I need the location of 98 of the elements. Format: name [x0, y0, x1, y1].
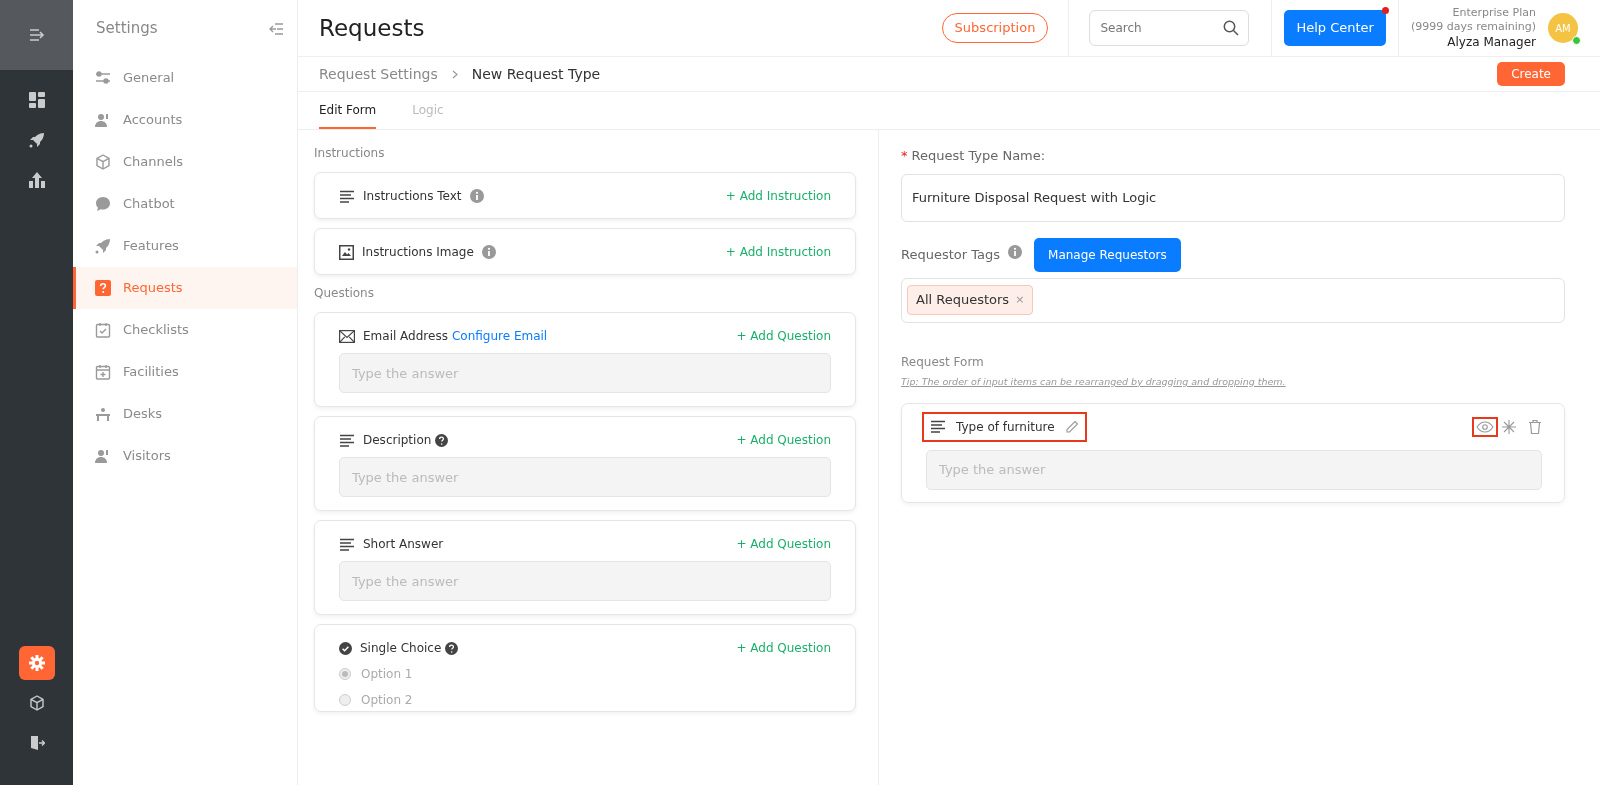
add-instruction-link[interactable]: + Add Instruction [725, 187, 831, 205]
remove-tag-button[interactable]: × [1015, 291, 1025, 309]
breadcrumb-current: New Request Type [471, 64, 601, 84]
field-label: Requestor Tags [901, 245, 1001, 264]
visibility-toggle[interactable] [1472, 416, 1498, 437]
question-label: Single Choice [360, 640, 442, 657]
request-type-name-field[interactable]: Furniture Disposal Request with Logic [901, 173, 1565, 222]
asterisk-icon [1502, 419, 1516, 434]
info-icon [469, 189, 484, 203]
add-question-link[interactable]: + Add Question [736, 327, 831, 345]
chat-bubble-icon [95, 196, 111, 212]
cube-icon [28, 695, 45, 711]
sidebar-item[interactable]: Requests [73, 267, 297, 309]
pencil-icon [1064, 419, 1079, 434]
exit-icon [28, 735, 45, 751]
eye-icon [1476, 420, 1494, 433]
tip-text: Tip: The order of input items can be rearranged by dragging and dropping them. [901, 374, 1287, 389]
breadcrumb-link[interactable]: Request Settings [319, 63, 438, 85]
question-label: Description [363, 432, 432, 449]
answer-field[interactable]: Type the answer [339, 561, 831, 601]
sidebar-item[interactable]: Desks [73, 393, 297, 435]
subscription-button[interactable]: Subscription [941, 13, 1049, 43]
gear-rail-button[interactable] [18, 646, 55, 680]
tab[interactable]: Logic [412, 92, 444, 129]
plan-days-remaining: (9999 days remaining) [1410, 20, 1536, 35]
users-icon [95, 113, 111, 127]
chevron-right-icon [451, 69, 458, 79]
user-name: Alyza Manager [1446, 34, 1536, 51]
create-button[interactable]: Create [1497, 62, 1565, 86]
search-field[interactable]: Search [1089, 10, 1250, 46]
help-center-button[interactable]: Help Center [1284, 10, 1386, 46]
field-label: Request Form [901, 353, 985, 371]
instruction-label: Instructions Text [363, 188, 462, 205]
add-question-link[interactable]: + Add Question [736, 431, 831, 449]
answer-field[interactable]: Type the answer [339, 457, 831, 497]
collapse-icon [269, 22, 283, 35]
desk-icon [95, 407, 111, 421]
question-icon [95, 280, 111, 296]
answer-field[interactable]: Type the answer [926, 449, 1542, 490]
sidebar-title: Settings [96, 18, 158, 40]
answer-field[interactable]: Type the answer [339, 353, 831, 393]
sidebar-item[interactable]: Facilities [73, 351, 297, 393]
sidebar-item[interactable]: Features [73, 225, 297, 267]
manage-requestors-button[interactable]: Manage Requestors [1034, 237, 1181, 272]
section-label: Questions [314, 285, 375, 302]
info-icon [481, 245, 496, 259]
trash-icon [1528, 418, 1542, 435]
text-lines-icon [930, 420, 946, 434]
add-instruction-link[interactable]: + Add Instruction [725, 243, 831, 261]
dashboard-icon [28, 92, 45, 108]
help-icon [435, 433, 449, 447]
sidebar-item[interactable]: General [73, 57, 297, 99]
requestor-tags-field[interactable]: All Requestors × [901, 277, 1565, 323]
radio-button[interactable] [339, 668, 351, 680]
calendar-plus-icon [95, 364, 111, 380]
sidebar-item[interactable]: Checklists [73, 309, 297, 351]
sidebar-item[interactable]: Channels [73, 141, 297, 183]
option-label: Option 2 [361, 692, 413, 709]
help-icon [445, 641, 459, 655]
add-question-link[interactable]: + Add Question [736, 535, 831, 553]
users-icon [95, 449, 111, 463]
info-icon [1008, 244, 1023, 259]
menu-icon [28, 28, 45, 42]
plan-name: Enterprise Plan [1451, 5, 1536, 21]
sliders-icon [95, 71, 111, 85]
tag-label: All Requestors [916, 291, 1010, 310]
configure-email-link[interactable]: Configure Email [451, 327, 548, 345]
question-label: Email Address [363, 328, 448, 345]
instruction-label: Instructions Image [362, 244, 474, 261]
text-lines-icon [339, 189, 355, 203]
settings-icon [28, 655, 45, 671]
rocket-icon [28, 132, 45, 148]
add-question-link[interactable]: + Add Question [736, 639, 831, 657]
radio-button[interactable] [339, 694, 351, 706]
tab[interactable]: Edit Form [319, 92, 377, 129]
check-circle-icon [339, 641, 352, 655]
section-label: Instructions [314, 145, 386, 162]
text-lines-icon [339, 537, 355, 551]
question-label: Short Answer [363, 536, 444, 553]
envelope-icon [339, 329, 355, 343]
required-toggle[interactable] [1502, 419, 1516, 434]
cube-icon [95, 154, 111, 170]
clipboard-check-icon [95, 322, 111, 338]
option-label: Option 1 [361, 666, 413, 683]
page-title: Requests [319, 13, 425, 43]
upload-chart-icon [28, 172, 45, 188]
form-item-label: Type of furniture [956, 418, 1055, 436]
sidebar-item[interactable]: Visitors [73, 435, 297, 477]
edit-icon[interactable] [1064, 419, 1079, 434]
required-mark: * [901, 148, 908, 163]
delete-button[interactable] [1528, 418, 1542, 435]
text-lines-icon [339, 433, 355, 447]
image-icon [339, 244, 354, 260]
sidebar-item[interactable]: Accounts [73, 99, 297, 141]
search-icon [1223, 20, 1240, 36]
rocket-icon [95, 238, 111, 254]
field-label: * Request Type Name: [901, 147, 1047, 165]
sidebar-item[interactable]: Chatbot [73, 183, 297, 225]
